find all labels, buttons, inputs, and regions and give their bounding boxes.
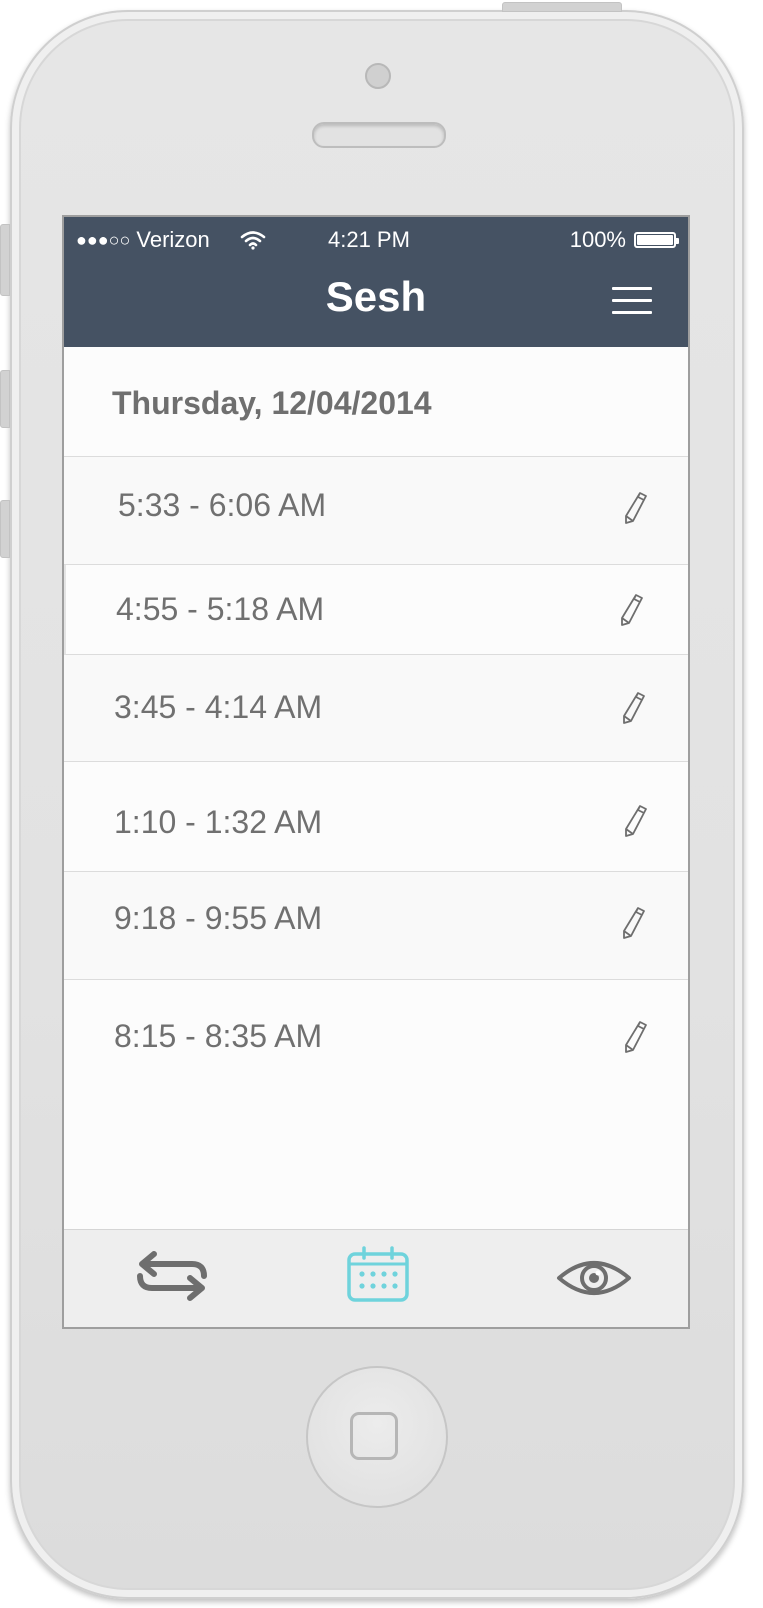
front-camera	[365, 63, 391, 89]
pencil-edit-icon[interactable]	[620, 691, 646, 725]
pencil-edit-icon[interactable]	[618, 593, 644, 627]
session-time: 3:45 - 4:14 AM	[114, 689, 323, 725]
date-label: Thursday, 12/04/2014	[112, 385, 432, 421]
session-row[interactable]: 5:33 - 6:06 AM	[64, 457, 688, 565]
eye-icon[interactable]	[556, 1254, 632, 1302]
pencil-edit-icon[interactable]	[622, 491, 648, 525]
navigation-bar: Sesh	[64, 261, 688, 347]
session-time: 4:55 - 5:18 AM	[116, 591, 325, 627]
wifi-icon	[240, 231, 266, 250]
session-row[interactable]: 1:10 - 1:32 AM	[64, 762, 688, 872]
power-button	[502, 2, 622, 12]
session-row[interactable]: 8:15 - 8:35 AM	[64, 980, 688, 1100]
pencil-edit-icon[interactable]	[620, 906, 646, 940]
session-list: Thursday, 12/04/2014 5:33 - 6:06 AM 4:55…	[64, 347, 688, 1231]
mute-switch	[0, 224, 10, 296]
session-time: 8:15 - 8:35 AM	[114, 1018, 323, 1054]
status-bar: ●●●○○ Verizon 4:21 PM 100%	[64, 217, 688, 261]
earpiece-speaker	[312, 122, 446, 148]
session-row[interactable]: 4:55 - 5:18 AM	[64, 565, 688, 655]
session-time: 9:18 - 9:55 AM	[114, 900, 323, 936]
battery-status: 100%	[569, 227, 679, 253]
session-time: 5:33 - 6:06 AM	[118, 487, 327, 523]
session-time: 1:10 - 1:32 AM	[114, 804, 323, 840]
volume-up-button	[0, 370, 10, 428]
app-screen: ●●●○○ Verizon 4:21 PM 100% Sesh Thursday…	[62, 215, 690, 1329]
status-left: ●●●○○ Verizon	[76, 227, 266, 253]
status-time: 4:21 PM	[328, 227, 410, 252]
date-header: Thursday, 12/04/2014	[64, 347, 688, 457]
app-title: Sesh	[325, 273, 427, 320]
session-row[interactable]: 3:45 - 4:14 AM	[64, 655, 688, 762]
session-row[interactable]: 9:18 - 9:55 AM	[64, 872, 688, 980]
pencil-edit-icon[interactable]	[622, 804, 648, 838]
calendar-icon[interactable]	[346, 1246, 410, 1304]
hamburger-menu-icon[interactable]	[612, 287, 652, 317]
volume-down-button	[0, 500, 10, 558]
battery-percent: 100%	[569, 227, 626, 252]
carrier-label: Verizon	[136, 227, 210, 252]
swap-arrows-icon[interactable]	[132, 1250, 212, 1302]
pencil-edit-icon[interactable]	[622, 1020, 648, 1054]
signal-strength-icon: ●●●○○	[76, 229, 131, 250]
tab-bar	[64, 1229, 688, 1327]
battery-level	[637, 235, 673, 245]
battery-icon	[634, 232, 679, 248]
home-button-square-icon	[350, 1412, 398, 1460]
